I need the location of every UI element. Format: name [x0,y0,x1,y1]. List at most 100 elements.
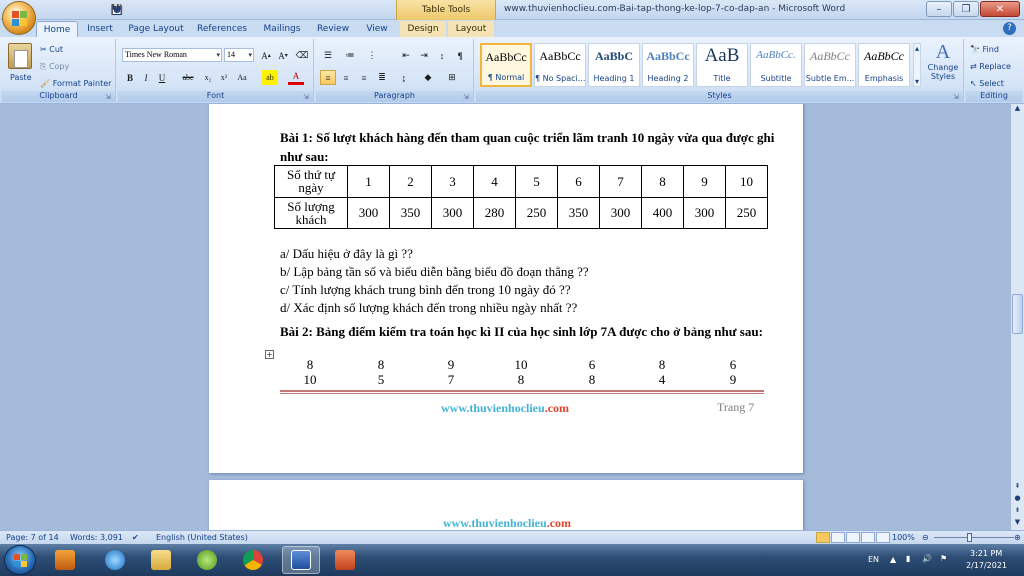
table-move-handle-icon[interactable]: + [265,350,274,359]
help-icon[interactable]: ? [1003,22,1016,35]
taskbar-ie[interactable] [96,546,134,574]
table-cell[interactable]: 10 [501,357,541,372]
taskbar-explorer[interactable] [142,546,180,574]
tab-review[interactable]: Review [312,21,354,37]
web-layout-icon[interactable] [846,532,860,543]
bullets-icon[interactable]: ☰ [320,48,336,63]
underline-icon[interactable]: U [154,70,170,85]
table-cell[interactable]: 1 [347,165,390,198]
flag-icon[interactable]: ⚑ [940,554,947,563]
close-button[interactable]: ✕ [980,1,1020,17]
tab-design[interactable]: Design [400,21,446,37]
table-cell[interactable]: 280 [473,196,516,229]
table-cell[interactable]: 6 [713,357,753,372]
tab-mailings[interactable]: Mailings [258,21,306,37]
table-cell[interactable]: 300 [599,196,642,229]
change-case-icon[interactable]: Aa [234,70,250,85]
start-button[interactable] [4,545,36,575]
next-page-icon[interactable]: ⇟ [1012,506,1023,518]
minimize-button[interactable]: – [926,1,952,17]
page-count[interactable]: Page: 7 of 14 [6,533,59,542]
tab-references[interactable]: References [192,21,252,37]
tab-layout[interactable]: Layout [448,21,494,37]
style-emphasis[interactable]: AaBbCc Emphasis [858,43,910,87]
replace-button[interactable]: ⇄ Replace [970,59,1011,74]
paste-button[interactable]: Paste [10,70,32,85]
table-cell[interactable]: 350 [557,196,600,229]
previous-page-icon[interactable]: ⇞ [1012,482,1023,494]
select-button[interactable]: ↖ Select [970,76,1004,91]
table-cell[interactable]: 2 [389,165,432,198]
language-indicator[interactable]: English (United States) [156,533,248,542]
table-cell[interactable]: 9 [713,372,753,387]
restore-button[interactable]: ❐ [953,1,979,17]
table-cell[interactable]: 6 [572,357,612,372]
table-cell[interactable]: 250 [725,196,768,229]
taskbar-powerpoint[interactable] [326,546,364,574]
table-cell[interactable]: 4 [473,165,516,198]
zoom-level[interactable]: 100% [892,533,915,542]
table-cell[interactable]: 300 [683,196,726,229]
taskbar-word[interactable] [282,546,320,574]
input-language[interactable]: EN [868,555,879,564]
shrink-font-icon[interactable]: A ▾ [275,48,291,63]
table-cell[interactable]: 8 [641,165,684,198]
borders-icon[interactable]: ⊞ [444,70,460,85]
tab-page-layout[interactable]: Page Layout [126,21,186,37]
zoom-slider[interactable] [934,537,1014,538]
increase-indent-icon[interactable]: ⇥ [416,48,432,63]
justify-icon[interactable]: ≣ [374,70,390,85]
document-page[interactable]: Bài 1: Số lượt khách hàng đến tham quan … [209,104,803,473]
table-cell[interactable]: 300 [431,196,474,229]
table-cell[interactable]: 250 [515,196,558,229]
word-count[interactable]: Words: 3,091 [70,533,123,542]
font-size-combo[interactable]: 14 ▾ [224,48,254,62]
styles-launcher-icon[interactable]: ⇲ [953,93,961,101]
style-title[interactable]: AaB Title [696,43,748,87]
full-screen-reading-icon[interactable] [831,532,845,543]
decrease-indent-icon[interactable]: ⇤ [398,48,414,63]
table-cell[interactable]: 10 [725,165,768,198]
draft-icon[interactable] [876,532,890,543]
outline-icon[interactable] [861,532,875,543]
table-cell[interactable]: 3 [431,165,474,198]
taskbar-app-green[interactable] [188,546,226,574]
tab-view[interactable]: View [360,21,394,37]
table-cell[interactable]: 7 [431,372,471,387]
document-page[interactable]: www.thuvienhoclieu.com [209,480,803,530]
clock-time[interactable]: 3:21 PM [970,549,1002,558]
table-cell[interactable]: 8 [290,357,330,372]
table-cell[interactable]: 8 [642,357,682,372]
qat-dropdown-icon[interactable]: ▾ [109,2,125,18]
line-spacing-icon[interactable]: ↨ [396,70,412,85]
zoom-out-icon[interactable]: ⊖ [922,533,929,542]
visitor-table[interactable]: Số thứ tự ngày 1 2 3 4 5 6 7 8 9 10 Số l… [274,165,768,229]
italic-icon[interactable]: I [138,70,154,85]
table-cell[interactable]: 300 [347,196,390,229]
volume-icon[interactable]: 🔊 [922,554,932,563]
scroll-down-icon[interactable]: ▼ [1012,518,1023,530]
subscript-icon[interactable]: x₂ [200,70,216,85]
style-heading-2[interactable]: AaBbCc Heading 2 [642,43,694,87]
superscript-icon[interactable]: x² [216,70,232,85]
multilevel-list-icon[interactable]: ⋮ [364,48,380,63]
numbering-icon[interactable]: ≔ [342,48,358,63]
tab-home[interactable]: Home [36,21,78,37]
format-painter-button[interactable]: 🖌 Format Painter [40,76,111,91]
paragraph-launcher-icon[interactable]: ⇲ [463,93,471,101]
table-cell[interactable]: 10 [290,372,330,387]
style-normal[interactable]: AaBbCc ¶ Normal [480,43,532,87]
strikethrough-icon[interactable]: abc [180,70,196,85]
bold-icon[interactable]: B [122,70,138,85]
table-cell[interactable]: 9 [431,357,471,372]
styles-scroll[interactable]: ▴ ▾ [913,43,921,87]
font-color-icon[interactable]: A [288,70,304,85]
style-heading-1[interactable]: AaBbC Heading 1 [588,43,640,87]
clock-date[interactable]: 2/17/2021 [966,561,1007,570]
select-browse-object-icon[interactable]: ● [1012,494,1023,506]
grow-font-icon[interactable]: A ▴ [258,48,274,63]
table-cell[interactable]: 350 [389,196,432,229]
proofing-icon[interactable]: ✔ [132,533,139,542]
style-no-spacing[interactable]: AaBbCc ¶ No Spaci... [534,43,586,87]
table-cell[interactable]: 8 [572,372,612,387]
